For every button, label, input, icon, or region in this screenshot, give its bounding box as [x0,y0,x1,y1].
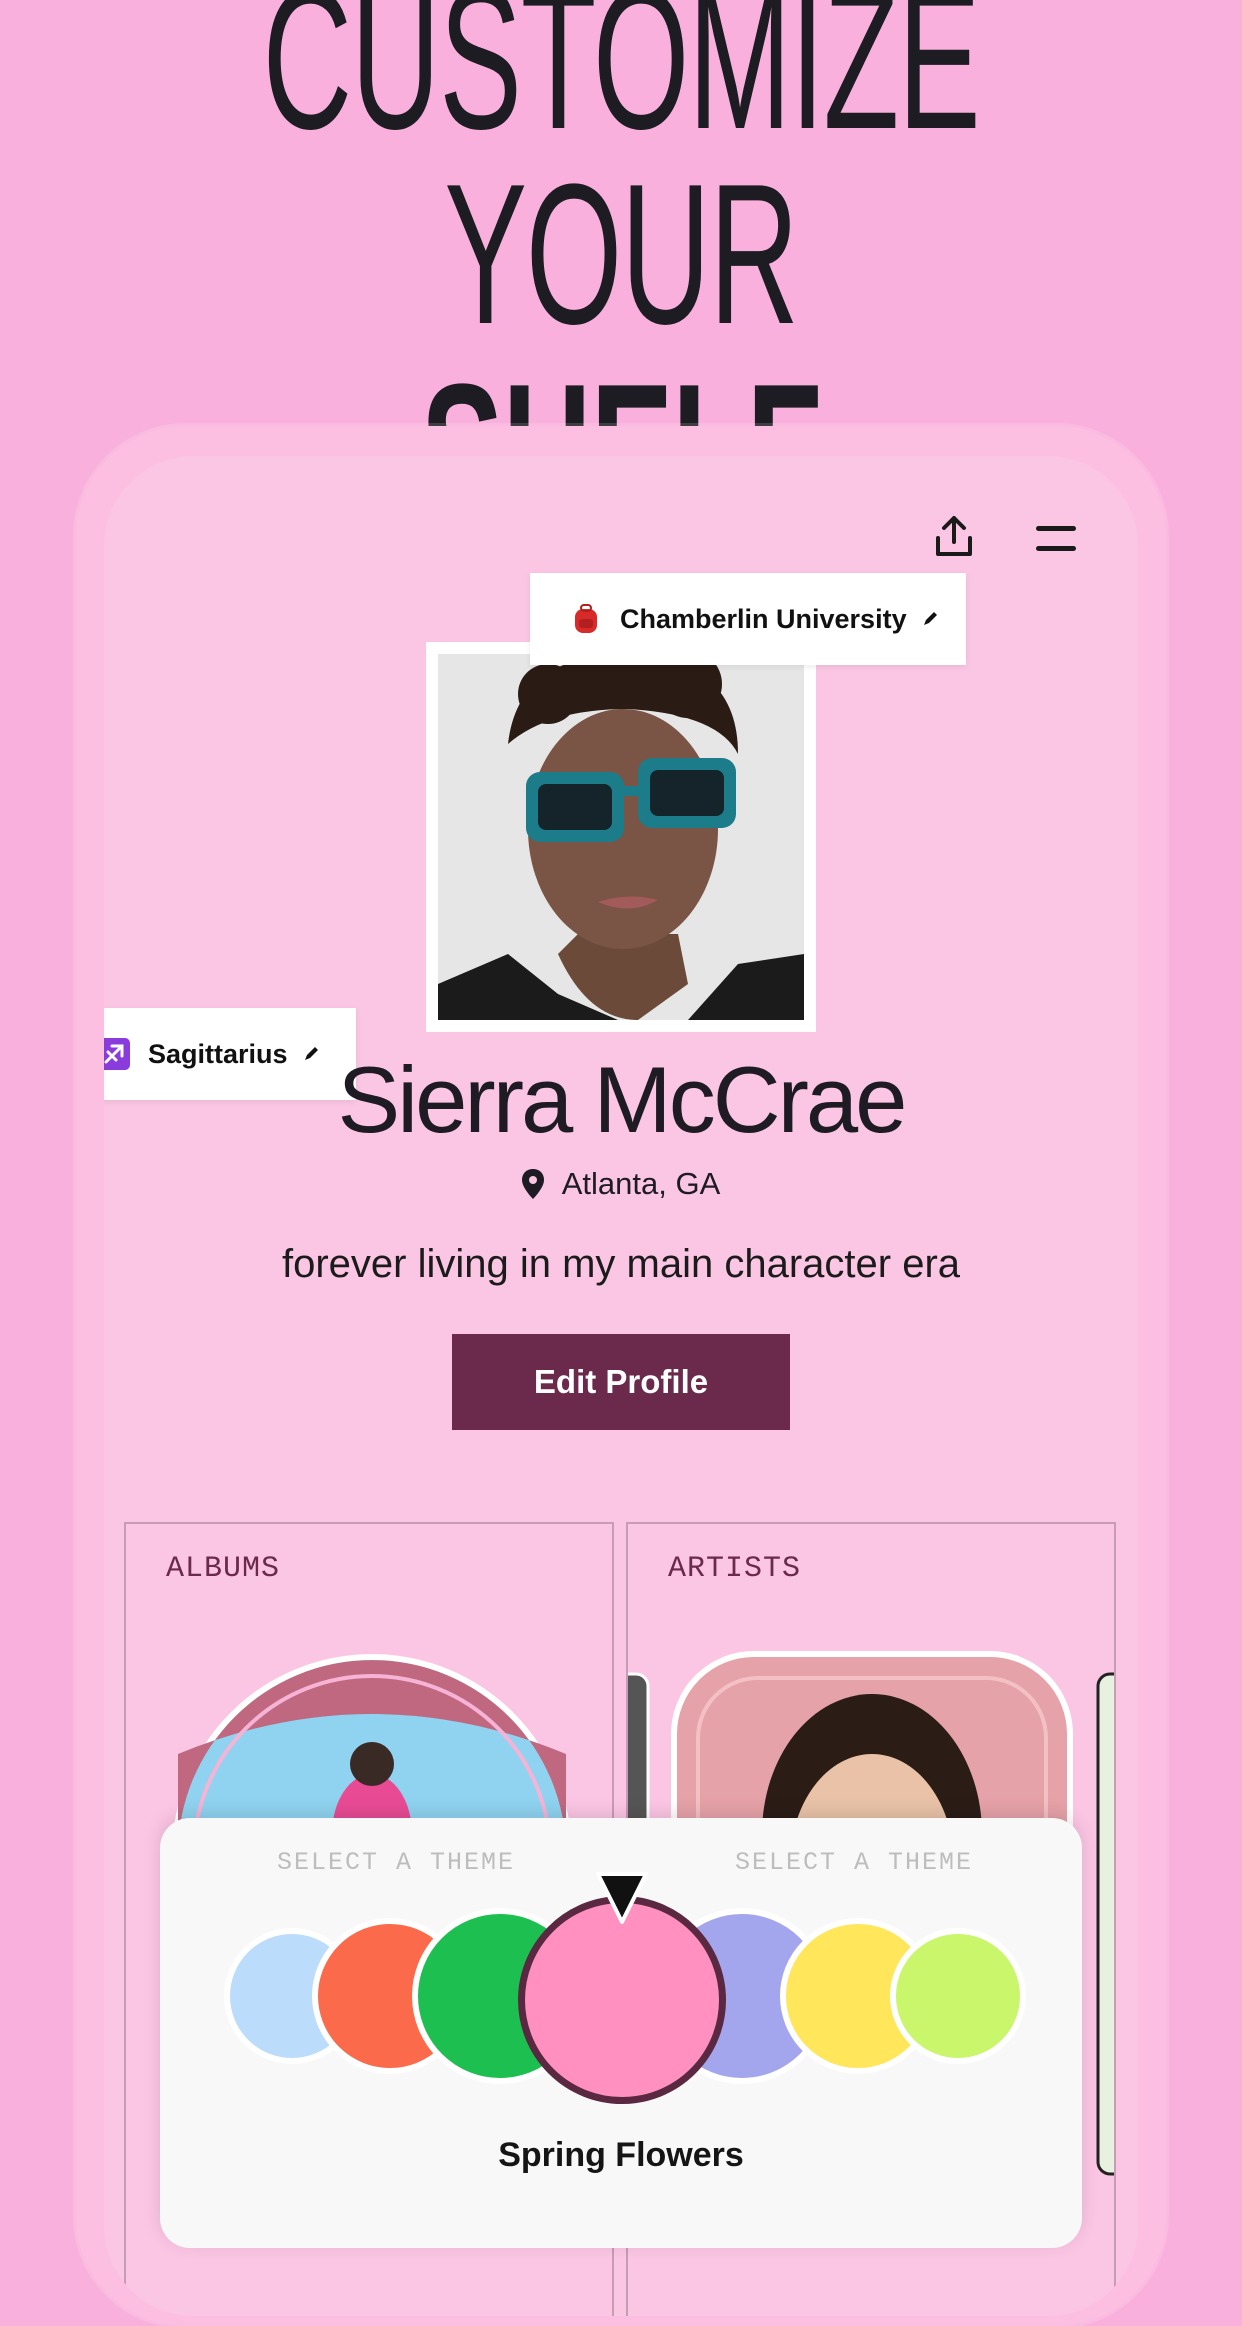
school-tag[interactable]: Chamberlin University [530,573,966,665]
headline-line2-light: YOUR [444,143,799,366]
pencil-icon[interactable] [921,610,939,628]
headline-line1: CUSTOMIZE [262,0,981,171]
theme-swatch-lime[interactable] [890,1928,1026,2064]
theme-picker-panel: SELECT A THEME SELECT A THEME Spring Flo… [160,1818,1082,2248]
portrait-illustration [438,654,804,1020]
profile-photo-image [438,654,804,1020]
profile-location: Atlanta, GA [104,1166,1138,1202]
select-theme-label-right: SELECT A THEME [735,1848,974,1877]
share-icon[interactable] [932,514,976,558]
backpack-icon [575,604,597,633]
location-text: Atlanta, GA [561,1166,721,1201]
location-pin-icon [521,1169,544,1199]
edit-profile-button[interactable]: Edit Profile [452,1334,790,1430]
selector-pointer-icon [596,1872,648,1924]
albums-label: ALBUMS [166,1552,281,1586]
artists-label: ARTISTS [668,1552,802,1586]
profile-name: Sierra McCrae [337,1047,908,1152]
select-theme-label-left: SELECT A THEME [277,1848,516,1877]
profile-photo[interactable] [426,642,816,1032]
school-tag-label: Chamberlin University [620,603,907,634]
selected-theme-name: Spring Flowers [498,2136,744,2174]
menu-icon[interactable] [1036,526,1076,552]
profile-bio: forever living in my main character era [281,1242,961,1286]
